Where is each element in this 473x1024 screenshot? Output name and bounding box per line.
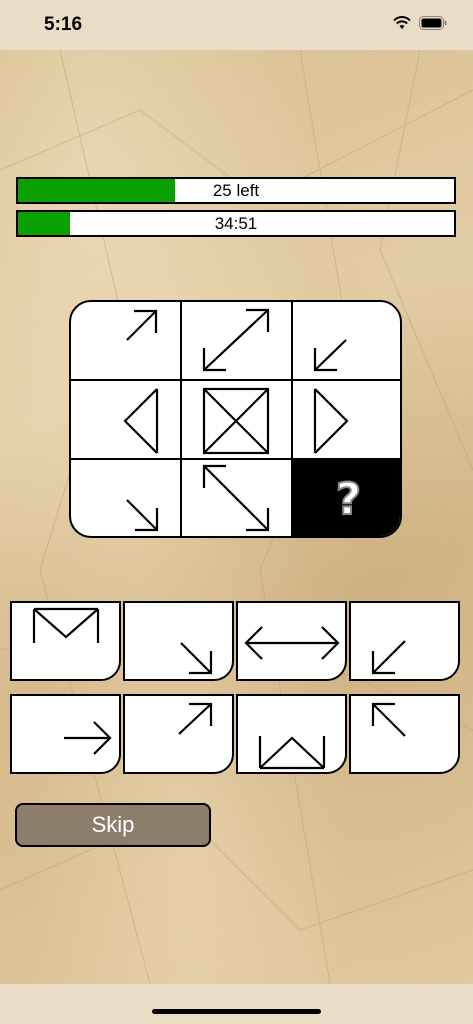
matrix-divider xyxy=(180,302,182,536)
horizontal-double-arrow-icon xyxy=(244,626,340,660)
answer-option-4[interactable] xyxy=(349,601,460,681)
matrix-cell-1 xyxy=(71,302,182,381)
left-triangle-bracket-icon xyxy=(123,388,159,454)
answer-option-5[interactable] xyxy=(10,694,121,774)
matrix-cell-4 xyxy=(71,381,182,460)
battery-icon xyxy=(419,16,447,30)
crossed-box-icon xyxy=(202,387,270,455)
matrix-cell-2 xyxy=(182,302,293,381)
arrow-up-right-icon xyxy=(178,702,213,735)
matrix-cell-7 xyxy=(71,460,182,536)
matrix-cell-5 xyxy=(182,381,293,460)
matrix-cell-3 xyxy=(293,302,400,381)
status-bar: 5:16 xyxy=(0,0,473,50)
home-indicator[interactable] xyxy=(152,1009,321,1014)
remaining-label: 25 left xyxy=(212,180,260,200)
status-time: 5:16 xyxy=(44,14,83,35)
missing-cell: ? xyxy=(293,460,400,536)
matrix-cell-8 xyxy=(182,460,293,536)
inverted-envelope-shape-icon xyxy=(258,736,326,770)
arrow-down-right-icon xyxy=(180,642,213,675)
answer-option-8[interactable] xyxy=(349,694,460,774)
matrix-divider xyxy=(71,379,400,381)
matrix-divider xyxy=(291,302,293,536)
remaining-progress-bar: 25 left xyxy=(16,177,456,204)
status-icons xyxy=(393,16,447,30)
answer-option-3[interactable] xyxy=(236,601,347,681)
question-mark: ? xyxy=(335,473,362,526)
matrix-cell-6 xyxy=(293,381,400,460)
answer-option-1[interactable] xyxy=(10,601,121,681)
answer-option-7[interactable] xyxy=(236,694,347,774)
envelope-shape-icon xyxy=(32,607,100,643)
matrix-divider xyxy=(71,458,400,460)
answer-option-2[interactable] xyxy=(123,601,234,681)
arrow-right-icon xyxy=(64,721,112,755)
right-triangle-bracket-icon xyxy=(313,388,349,454)
skip-button[interactable]: Skip xyxy=(15,803,211,847)
double-arrow-diagonal-icon xyxy=(202,308,270,372)
arrow-down-left-icon xyxy=(371,640,406,675)
puzzle-matrix: ? xyxy=(69,300,402,538)
timer-bar: 34:51 xyxy=(16,210,456,237)
bottom-bar xyxy=(0,984,473,1024)
double-arrow-diagonal-reverse-icon xyxy=(202,464,270,532)
answer-option-6[interactable] xyxy=(123,694,234,774)
wifi-icon xyxy=(393,16,411,29)
arrow-down-left-icon xyxy=(313,339,347,372)
arrow-up-left-icon xyxy=(371,702,406,737)
arrow-down-right-icon xyxy=(126,499,159,532)
arrow-up-right-icon xyxy=(126,309,158,341)
timer-label: 34:51 xyxy=(214,213,258,233)
